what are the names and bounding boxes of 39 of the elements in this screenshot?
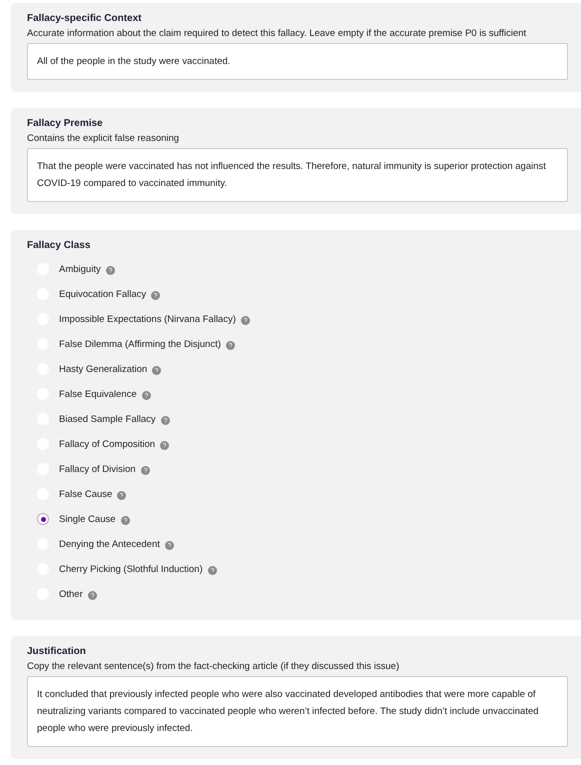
help-icon[interactable]: [208, 566, 217, 575]
field-title: Fallacy-specific Context: [27, 13, 142, 24]
field-title: Justification: [27, 646, 87, 657]
help-icon[interactable]: [152, 366, 162, 375]
field-description: Contains the explicit false reasoning: [27, 132, 180, 145]
option-label[interactable]: Hasty Generalization: [59, 364, 148, 374]
option-label[interactable]: Fallacy of Division: [59, 464, 136, 474]
text-area[interactable]: All of the people in the study were vaccinated.: [27, 43, 568, 80]
help-icon[interactable]: [151, 291, 160, 300]
help-icon[interactable]: [164, 541, 174, 550]
option-label[interactable]: False Dilemma (Affirming the Disjunct): [59, 338, 221, 350]
option-label[interactable]: Biased Sample Fallacy: [59, 414, 156, 424]
option-label[interactable]: Equivocation Fallacy: [59, 288, 146, 300]
option-label[interactable]: Cherry Picking (Slothful Induction): [59, 564, 203, 574]
help-icon[interactable]: [106, 266, 115, 275]
help-icon[interactable]: [120, 516, 130, 525]
help-icon[interactable]: [226, 341, 235, 350]
text-area[interactable]: That the people were vaccinated has not influenced the results. Therefore, natural immunity is superior protection against COVID-19 compared to vaccinated immunity.: [27, 148, 568, 202]
option-label[interactable]: False Cause: [59, 488, 112, 500]
option-label[interactable]: Ambiguity: [59, 264, 101, 274]
field-title: Fallacy Class: [27, 240, 92, 251]
help-icon[interactable]: [140, 466, 150, 475]
option-label[interactable]: Other: [59, 588, 83, 600]
option-label[interactable]: Denying the Antecedent: [59, 538, 160, 550]
help-icon[interactable]: [142, 391, 151, 400]
help-icon[interactable]: [160, 441, 170, 450]
help-icon[interactable]: [240, 316, 250, 325]
help-icon[interactable]: [117, 491, 126, 500]
option-label[interactable]: Impossible Expectations (Nirvana Fallacy): [59, 314, 236, 324]
field-title: Fallacy Premise: [27, 118, 104, 129]
option-label[interactable]: Fallacy of Composition: [59, 438, 156, 450]
help-icon[interactable]: [160, 416, 170, 425]
help-icon[interactable]: [88, 591, 97, 600]
field-description: Copy the relevant sentence(s) from the fact-checking article (if they discussed this issue): [27, 660, 400, 673]
field-description: Accurate information about the claim required to detect this fallacy. Leave empty if the accurate premise P0 is sufficient: [27, 27, 528, 40]
option-label[interactable]: Single Cause: [59, 514, 116, 524]
text-area[interactable]: It concluded that previously infected people who were also vaccinated developed antibodies that were more capable of neutralizing variants compared to vaccinated people who weren’t infected before. The study didn’t include unvaccinated people who were previously infected.: [27, 676, 568, 747]
radio-button[interactable]: [37, 513, 49, 525]
option-label[interactable]: False Equivalence: [59, 388, 137, 400]
